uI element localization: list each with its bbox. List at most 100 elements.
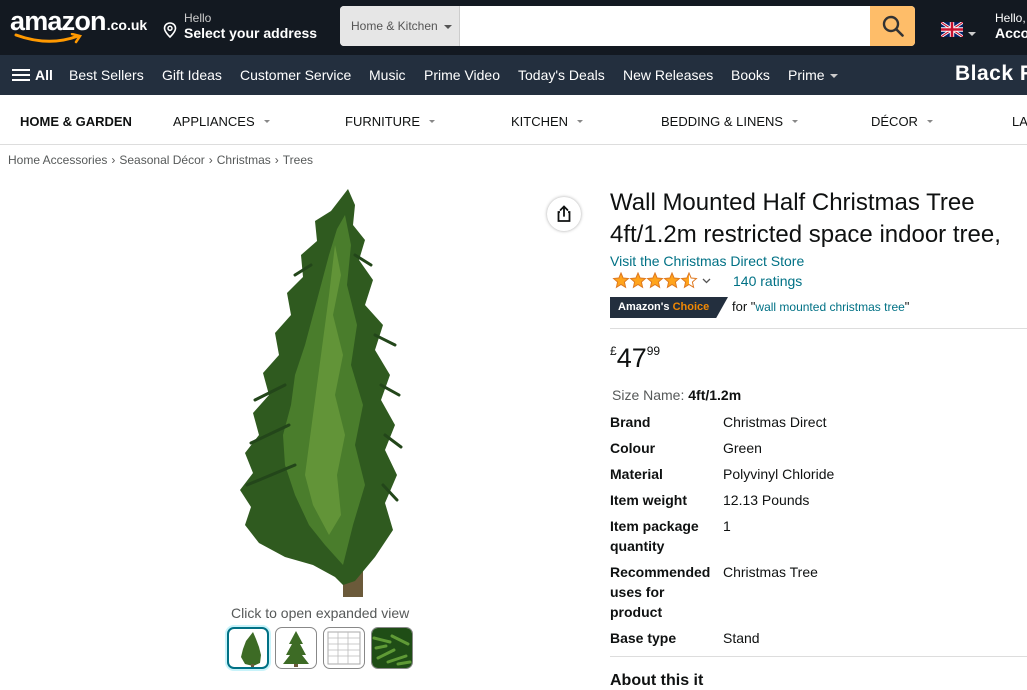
spec-value-material: Polyvinyl Chloride [723,466,835,482]
breadcrumb-home-accessories[interactable]: Home Accessories [8,153,107,167]
category-furniture[interactable]: FURNITURE [345,114,436,129]
expand-view-hint[interactable]: Click to open expanded view [231,605,409,621]
about-this-item-heading: About this it [610,672,704,689]
star-icon [646,272,664,289]
section-divider [610,328,1027,329]
category-decor[interactable]: DÉCOR [871,114,933,129]
spec-key-item-package-quantity: Item package quantity [610,518,699,554]
nav-item-prime-label: Prime [788,67,825,83]
all-menu-button[interactable]: All [12,67,53,83]
breadcrumb-separator: › [274,153,279,167]
price: £4799 [610,343,660,374]
deliver-greeting: Hello [184,11,212,25]
thumbnail-half-tree-image [241,632,261,667]
price-whole: 47 [616,343,647,373]
all-menu-label: All [35,67,53,83]
black-friday-promo[interactable]: Black F [955,62,1027,86]
choice-for-text: for " [732,299,756,314]
thumbnail-3[interactable] [323,627,365,669]
choice-keyword-link[interactable]: wall mounted christmas tree [755,300,904,314]
star-icon [612,272,630,289]
chevron-down-icon [429,120,436,123]
category-label: KITCHEN [511,114,569,129]
ratings-count-link[interactable]: 140 ratings [733,273,802,289]
star-icon [629,272,647,289]
amazons-choice-badge: Amazon's Choice [610,297,728,318]
store-link[interactable]: Visit the Christmas Direct Store [610,253,804,269]
section-divider [610,656,1027,657]
category-kitchen[interactable]: KITCHEN [511,114,584,129]
category-appliances[interactable]: APPLIANCES [173,114,270,129]
prime-caret-icon [829,74,838,79]
spec-key-brand: Brand [610,414,651,430]
main-nav: All Best Sellers Gift Ideas Customer Ser… [0,55,1027,95]
spec-value-brand: Christmas Direct [723,414,827,430]
thumbnail-full-tree-image [283,631,309,667]
chevron-down-icon[interactable] [702,278,711,284]
breadcrumb-seasonal-decor[interactable]: Seasonal Décor [119,153,204,167]
account-greeting: Hello, [995,11,1026,25]
spec-key-material: Material [610,466,663,482]
thumbnail-2[interactable] [275,627,317,669]
size-value: 4ft/1.2m [688,387,742,403]
spec-value-colour: Green [723,440,762,456]
search-bar: Home & Kitchen [340,6,915,46]
category-la[interactable]: LA [1012,114,1027,129]
spec-value-base-type: Stand [723,630,760,646]
caret-down-icon [443,24,452,29]
nav-item-gift-ideas[interactable]: Gift Ideas [162,67,222,83]
search-category-select[interactable]: Home & Kitchen [340,6,460,46]
category-label: DÉCOR [871,114,918,129]
choice-keyword-line: for "wall mounted christmas tree" [732,299,909,314]
nav-item-prime-video[interactable]: Prime Video [424,67,500,83]
amazon-logo[interactable]: amazon.co.uk [10,6,147,46]
breadcrumb-christmas[interactable]: Christmas [217,153,271,167]
spec-key-item-weight: Item weight [610,492,688,508]
deliver-address-label: Select your address [184,25,318,41]
category-bar: HOME & GARDEN APPLIANCES FURNITURE KITCH… [0,95,1027,145]
spec-key-base-type: Base type [610,630,677,646]
category-label: BEDDING & LINENS [661,114,784,129]
top-header: amazon.co.uk Hello Select your address H… [0,0,1027,55]
nav-item-new-releases[interactable]: New Releases [623,67,713,83]
chevron-down-icon [792,120,799,123]
location-pin-icon [163,22,177,38]
breadcrumb-trees[interactable]: Trees [283,153,313,167]
chevron-down-icon [263,120,270,123]
logo-text: amazon [10,6,107,36]
nav-item-customer-service[interactable]: Customer Service [240,67,351,83]
nav-item-best-sellers[interactable]: Best Sellers [69,67,144,83]
thumbnail-needles-closeup-image [372,628,412,668]
thumbnail-4[interactable] [371,627,413,669]
spec-value-item-package-quantity: 1 [723,518,731,534]
share-button[interactable] [547,197,581,231]
thumbnail-1[interactable] [227,627,269,669]
chevron-down-icon [926,120,933,123]
choice-quote-end: " [904,299,910,314]
category-home-garden[interactable]: HOME & GARDEN [20,114,132,129]
nav-item-todays-deals[interactable]: Today's Deals [518,67,605,83]
choice-badge-prefix: Amazon's [618,301,670,313]
product-main-image[interactable] [225,185,425,600]
category-label: FURNITURE [345,114,421,129]
nav-item-prime[interactable]: Prime [788,67,838,83]
product-title-line-1: Wall Mounted Half Christmas Tree [610,189,975,216]
spec-key-recommended-uses: Recommended uses for product [610,564,711,620]
breadcrumb-separator: › [208,153,213,167]
category-bedding-linens[interactable]: BEDDING & LINENS [661,114,799,129]
size-label: Size Name: [612,387,685,403]
chevron-down-icon [577,120,584,123]
price-symbol: £ [610,344,617,358]
nav-item-music[interactable]: Music [369,67,406,83]
search-button[interactable] [870,6,915,46]
spec-value-item-weight: 12.13 Pounds [723,492,810,508]
logo-smile-icon [14,33,83,44]
category-label: APPLIANCES [173,114,255,129]
uk-flag-icon[interactable] [941,22,963,37]
search-input[interactable] [460,6,870,46]
nav-item-books[interactable]: Books [731,67,770,83]
account-menu[interactable]: Hello, Acco [995,11,1027,41]
breadcrumb-separator: › [111,153,116,167]
language-caret-icon[interactable] [968,32,976,36]
star-rating[interactable] [612,272,698,290]
